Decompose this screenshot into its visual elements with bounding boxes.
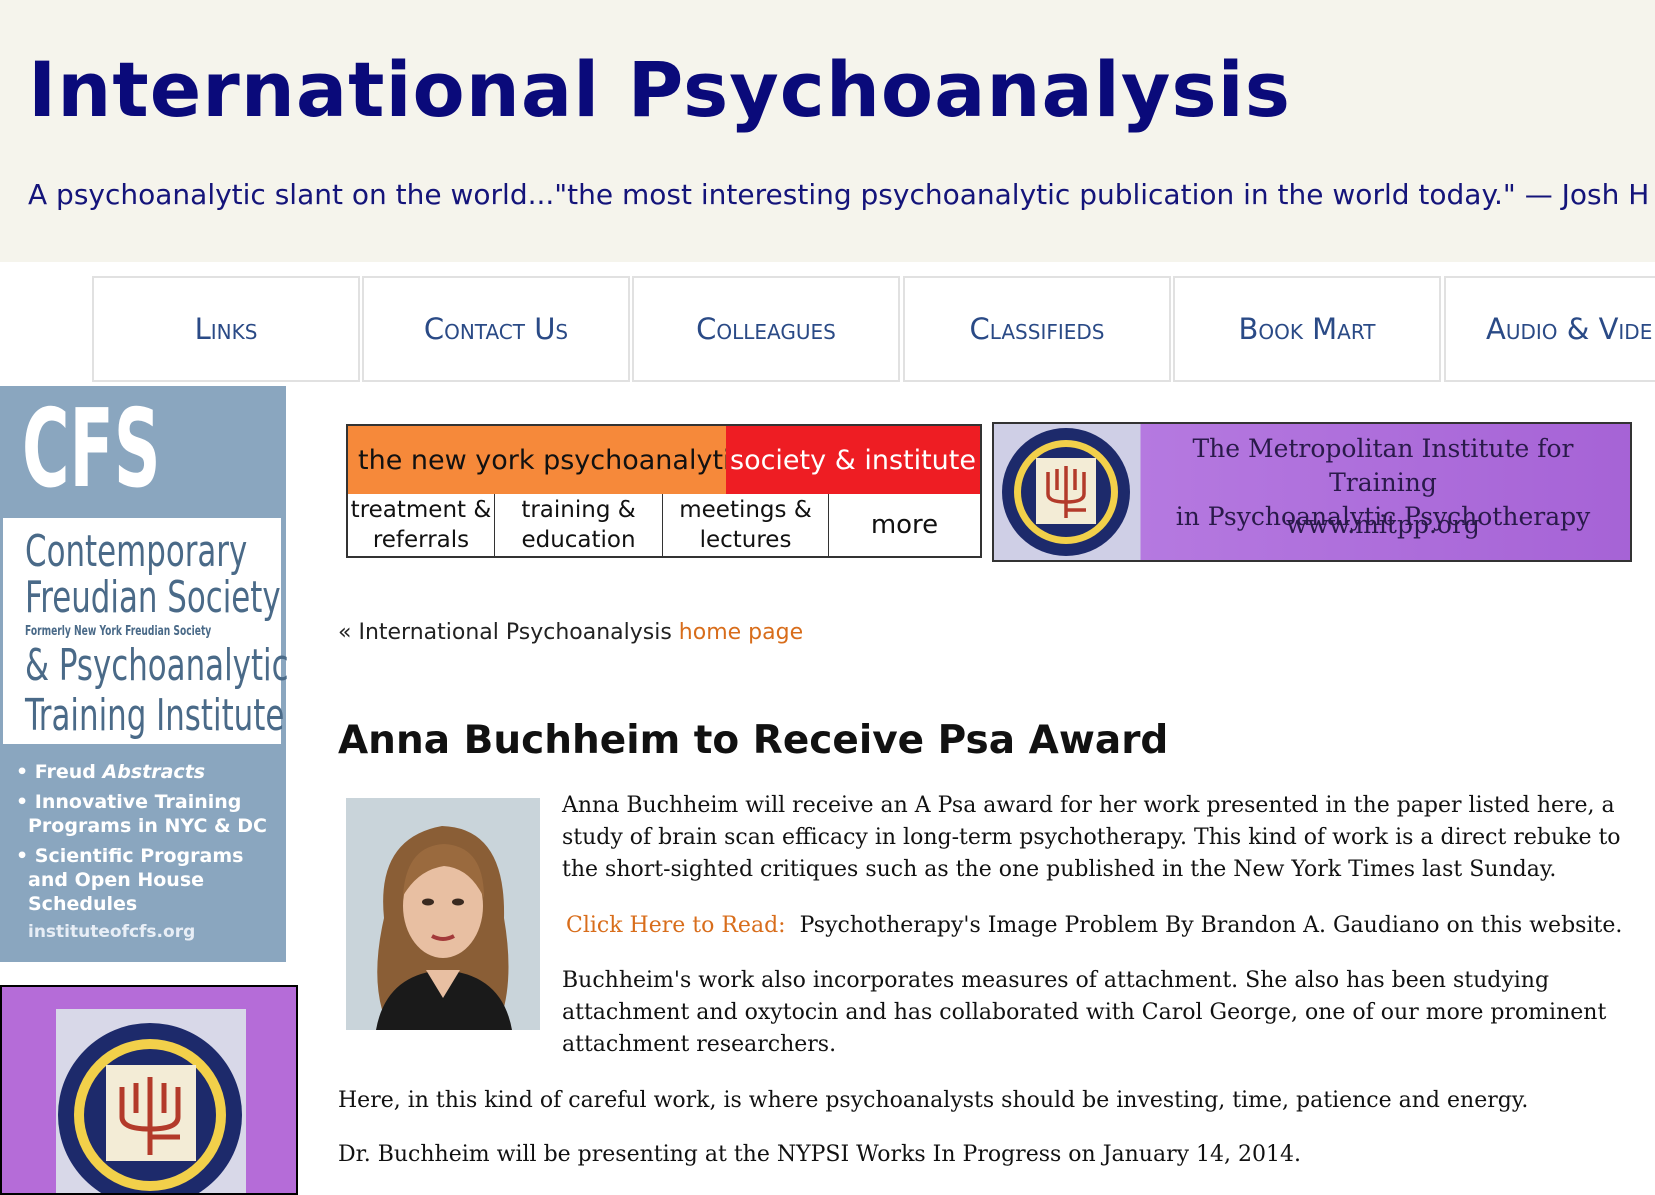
nav-audio-video[interactable]: Audio & Vide bbox=[1444, 276, 1655, 382]
cfs-logo: CFS bbox=[22, 387, 161, 512]
article-read-link-line: Click Here to Read: Psychotherapy's Imag… bbox=[566, 910, 1636, 942]
site-header: International Psychoanalysis A psychoana… bbox=[0, 0, 1655, 262]
mitpp-seal-icon bbox=[1002, 428, 1130, 556]
article-paragraph: Buchheim's work also incorporates measur… bbox=[562, 968, 1607, 1057]
cfs-line-1: Contemporary bbox=[25, 526, 248, 577]
cfs-bullets: • Freud Abstracts • Innovative Training … bbox=[16, 760, 280, 922]
article-paragraph: Dr. Buchheim will be presenting at the N… bbox=[338, 1142, 1301, 1167]
click-here-description: Psychotherapy's Image Problem By Brandon… bbox=[799, 913, 1623, 938]
article-paragraph: Here, in this kind of careful work, is w… bbox=[338, 1088, 1529, 1113]
cfs-line-2: Freudian Society bbox=[25, 572, 281, 623]
cfs-bullet[interactable]: • Scientific Programs and Open House Sch… bbox=[16, 844, 280, 916]
cfs-line-3: Formerly New York Freudian Society bbox=[25, 624, 212, 639]
cfs-bullet[interactable]: • Freud Abstracts bbox=[16, 760, 280, 784]
home-page-link[interactable]: home page bbox=[679, 620, 803, 645]
breadcrumb-prefix: « International Psychoanalysis bbox=[338, 620, 672, 645]
mitpp-seal-icon bbox=[56, 1009, 246, 1193]
mitpp-side-ad[interactable] bbox=[0, 985, 298, 1195]
nav-classifieds[interactable]: Classifieds bbox=[903, 276, 1171, 382]
cfs-line-4: & Psychoanalytic bbox=[25, 640, 289, 691]
mitpp-ad[interactable]: The Metropolitan Institute for Training … bbox=[992, 422, 1632, 562]
mitpp-url: www.mitpp.org bbox=[1286, 510, 1480, 539]
nyp-ad[interactable]: the new york psychoanalytic society & in… bbox=[346, 424, 982, 558]
click-here-link[interactable]: Click Here to Read: bbox=[566, 913, 786, 938]
article-title: Anna Buchheim to Receive Psa Award bbox=[338, 718, 1169, 763]
nyp-link-meetings[interactable]: meetings & lectures bbox=[662, 494, 828, 556]
cfs-bullet[interactable]: • Innovative Training Programs in NYC & … bbox=[16, 790, 280, 838]
nav-links[interactable]: Links bbox=[92, 276, 360, 382]
nav-colleagues[interactable]: Colleagues bbox=[632, 276, 900, 382]
nyp-link-treatment[interactable]: treatment & referrals bbox=[348, 494, 494, 556]
nyp-title-right: society & institute bbox=[726, 426, 980, 494]
site-tagline: A psychoanalytic slant on the world..."t… bbox=[28, 178, 1650, 211]
cfs-url[interactable]: instituteofcfs.org bbox=[28, 922, 195, 942]
nyp-link-training[interactable]: training & education bbox=[494, 494, 662, 556]
article-paragraph: Anna Buchheim will receive an A Psa awar… bbox=[562, 793, 1621, 882]
author-photo bbox=[346, 798, 540, 1030]
nav-contact-us[interactable]: Contact Us bbox=[362, 276, 630, 382]
nyp-link-more[interactable]: more bbox=[828, 494, 980, 556]
nyp-title-left: the new york psychoanalytic bbox=[348, 426, 745, 494]
main-nav: Links Contact Us Colleagues Classifieds … bbox=[92, 276, 1655, 384]
cfs-line-5: Training Institute bbox=[25, 690, 285, 741]
nav-book-mart[interactable]: Book Mart bbox=[1173, 276, 1441, 382]
site-title[interactable]: International Psychoanalysis bbox=[28, 45, 1291, 134]
breadcrumb: « International Psychoanalysis home page bbox=[338, 620, 803, 645]
